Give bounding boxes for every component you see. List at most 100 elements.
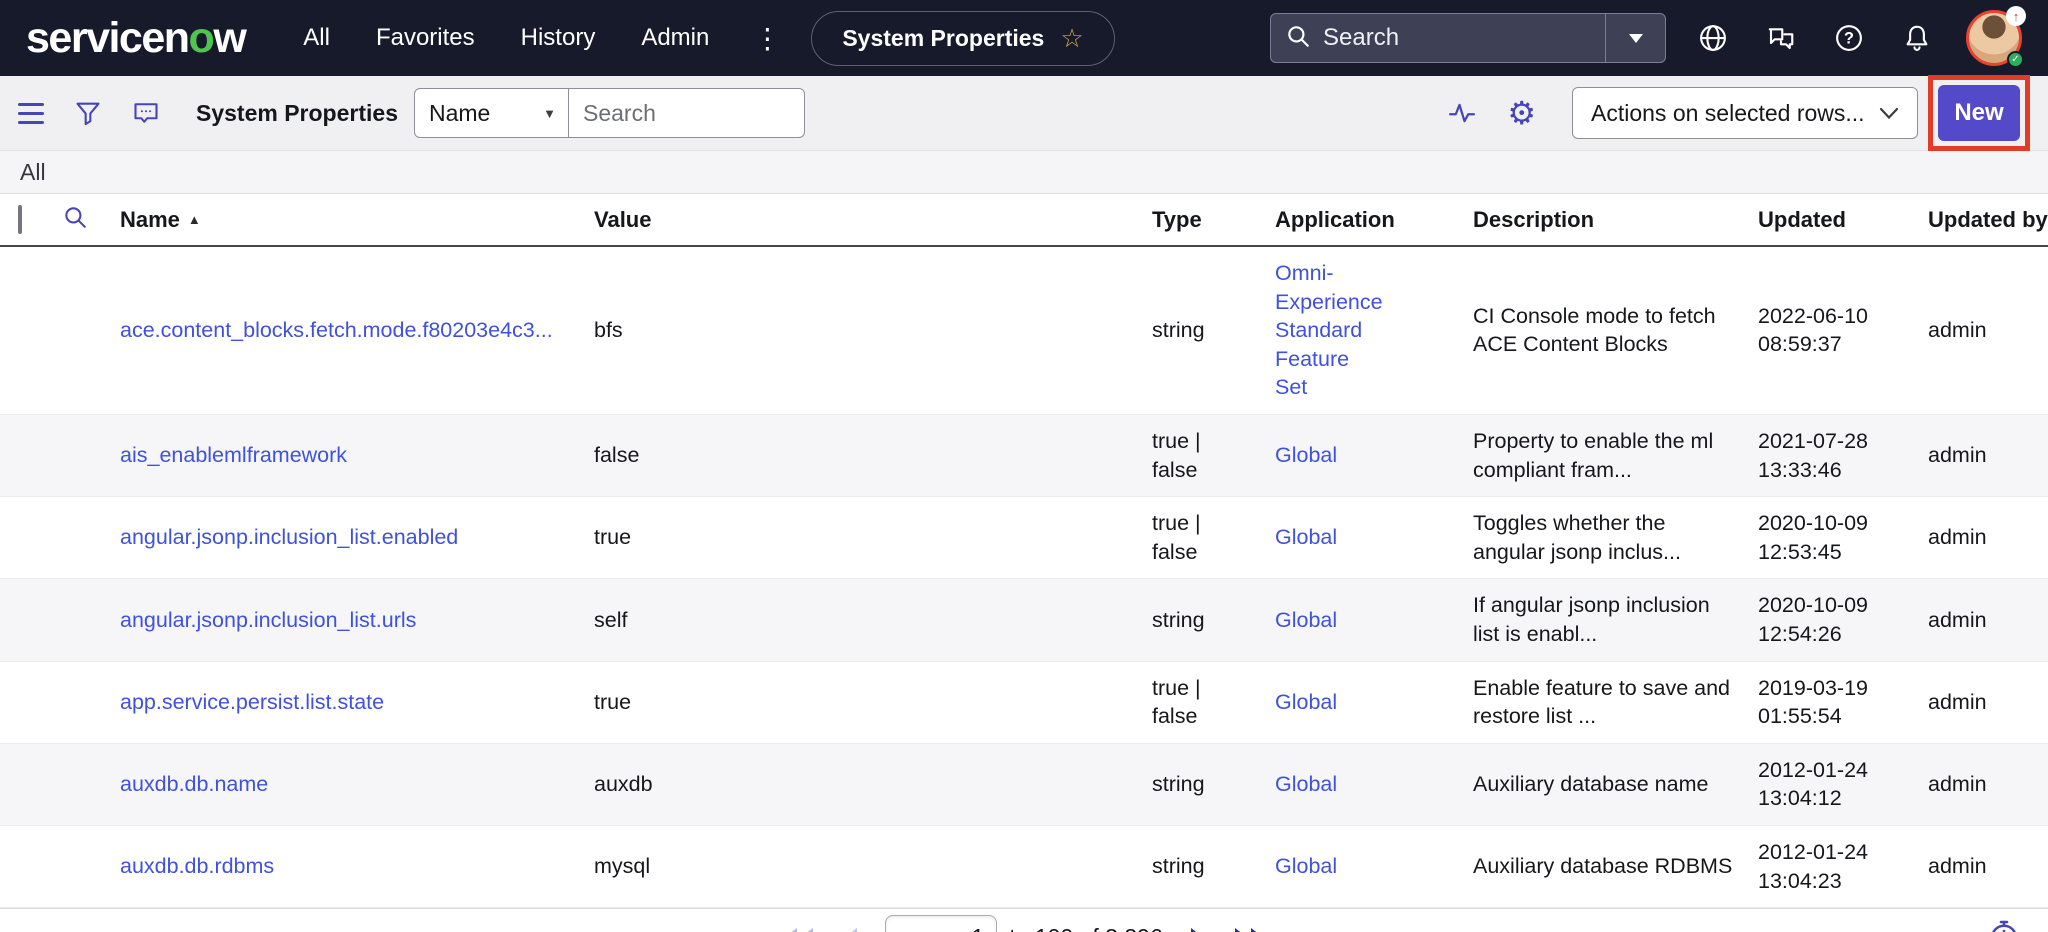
- table-row: ace.content_blocks.fetch.mode.f80203e4c3…: [0, 247, 2048, 415]
- column-header-updated[interactable]: Updated: [1758, 207, 1928, 233]
- cell-updated-by: admin: [1928, 758, 2048, 811]
- property-link[interactable]: angular.jsonp.inclusion_list.urls: [120, 608, 416, 632]
- list-toolbar: System Properties Name ▼ ⚙ Actions on se…: [0, 76, 2048, 150]
- tab-label: System Properties: [842, 25, 1044, 52]
- property-link[interactable]: auxdb.db.rdbms: [120, 854, 274, 878]
- table-header: Name ▲ Value Type Application Descriptio…: [0, 194, 2048, 247]
- first-page-button[interactable]: [782, 927, 816, 932]
- column-header-value[interactable]: Value: [594, 207, 1152, 233]
- table-row: auxdb.db.name auxdb string Global Auxili…: [0, 744, 2048, 826]
- activity-pulse-icon[interactable]: [1447, 98, 1477, 128]
- select-all-checkbox[interactable]: [18, 205, 22, 234]
- chevron-down-icon: [1627, 32, 1645, 44]
- application-link[interactable]: Global: [1275, 690, 1337, 714]
- search-scope-dropdown[interactable]: [1605, 14, 1665, 62]
- property-link[interactable]: auxdb.db.name: [120, 772, 268, 796]
- cell-updated: 2020-10-09 12:53:45: [1758, 497, 1918, 578]
- application-link[interactable]: Global: [1275, 443, 1337, 467]
- cell-value: auxdb: [594, 758, 1152, 811]
- application-link[interactable]: Global: [1275, 608, 1337, 632]
- property-link[interactable]: ace.content_blocks.fetch.mode.f80203e4c3…: [120, 318, 553, 342]
- breadcrumb[interactable]: All: [0, 150, 2048, 194]
- breadcrumb-all[interactable]: All: [20, 159, 46, 186]
- cell-updated-by: admin: [1928, 594, 2048, 647]
- filter-icon[interactable]: [74, 99, 102, 127]
- column-header-application[interactable]: Application: [1275, 207, 1473, 233]
- column-header-description[interactable]: Description: [1473, 207, 1758, 233]
- previous-page-button[interactable]: [842, 927, 859, 932]
- search-field-select[interactable]: Name ▼: [414, 88, 569, 138]
- response-time-icon[interactable]: [1986, 917, 2022, 932]
- cell-description: If angular jsonp inclusion list is enabl…: [1473, 579, 1758, 660]
- column-header-type[interactable]: Type: [1152, 207, 1275, 233]
- cell-type: string: [1152, 594, 1252, 647]
- cell-description: Property to enable the ml compliant fram…: [1473, 415, 1758, 496]
- column-search-icon[interactable]: [62, 204, 120, 236]
- servicenow-logo[interactable]: servicenow: [26, 17, 245, 60]
- column-header-name[interactable]: Name ▲: [120, 207, 594, 233]
- top-header: servicenow All Favorites History Admin ⋮…: [0, 0, 2048, 76]
- property-link[interactable]: app.service.persist.list.state: [120, 690, 384, 714]
- last-page-button[interactable]: [1232, 927, 1266, 932]
- cell-updated: 2019-03-19 01:55:54: [1758, 662, 1918, 743]
- global-search-input[interactable]: [1323, 24, 1605, 52]
- cell-value: false: [594, 429, 1152, 482]
- gear-icon[interactable]: ⚙: [1507, 97, 1536, 129]
- list-search-input[interactable]: [569, 88, 805, 138]
- nav-favorites[interactable]: Favorites: [376, 24, 475, 52]
- column-header-updated-by[interactable]: Updated by: [1928, 207, 2048, 233]
- cell-type: true | false: [1152, 662, 1252, 743]
- actions-dropdown[interactable]: Actions on selected rows...: [1572, 87, 1918, 139]
- help-icon[interactable]: ?: [1834, 23, 1864, 53]
- page-title: System Properties: [196, 100, 398, 127]
- application-link[interactable]: Global: [1275, 772, 1337, 796]
- cell-updated-by: admin: [1928, 429, 2048, 482]
- main-nav: All Favorites History Admin: [303, 24, 709, 52]
- table-row: ais_enablemlframework false true | false…: [0, 415, 2048, 497]
- svg-text:?: ?: [1844, 30, 1854, 48]
- tab-system-properties[interactable]: System Properties ☆: [811, 11, 1114, 66]
- next-page-button[interactable]: [1189, 927, 1206, 932]
- global-search[interactable]: [1270, 13, 1666, 63]
- cell-updated-by: admin: [1928, 676, 2048, 729]
- new-button[interactable]: New: [1938, 85, 2020, 141]
- table-row: angular.jsonp.inclusion_list.urls self s…: [0, 579, 2048, 661]
- presence-available-icon: ✓: [2007, 51, 2024, 68]
- nav-admin[interactable]: Admin: [641, 24, 709, 52]
- notifications-bell-icon[interactable]: [1902, 23, 1932, 53]
- application-link[interactable]: Global: [1275, 525, 1337, 549]
- list-search-group: Name ▼: [414, 88, 805, 138]
- cell-updated: 2021-07-28 13:33:46: [1758, 415, 1918, 496]
- favorite-star-icon[interactable]: ☆: [1060, 23, 1083, 54]
- cell-type: true | false: [1152, 415, 1252, 496]
- chat-icon[interactable]: [1766, 23, 1796, 53]
- cell-updated-by: admin: [1928, 840, 2048, 893]
- search-icon: [1285, 23, 1311, 54]
- cell-type: string: [1152, 304, 1252, 357]
- property-link[interactable]: angular.jsonp.inclusion_list.enabled: [120, 525, 458, 549]
- cell-updated: 2022-06-10 08:59:37: [1758, 290, 1918, 371]
- property-link[interactable]: ais_enablemlframework: [120, 443, 347, 467]
- nav-all[interactable]: All: [303, 24, 330, 52]
- impersonation-badge-icon: ↑: [2006, 6, 2026, 26]
- cell-description: Toggles whether the angular jsonp inclus…: [1473, 497, 1758, 578]
- cell-value: mysql: [594, 840, 1152, 893]
- nav-history[interactable]: History: [521, 24, 596, 52]
- pagination-range-text: to 100 of 3,396: [1009, 924, 1162, 932]
- user-avatar[interactable]: ↑ ✓: [1966, 10, 2022, 66]
- page-number-input[interactable]: [885, 915, 997, 932]
- table-row: angular.jsonp.inclusion_list.enabled tru…: [0, 497, 2048, 579]
- pagination: to 100 of 3,396: [782, 915, 1265, 932]
- comments-icon[interactable]: [132, 99, 160, 127]
- annotation-highlight: New: [1928, 75, 2030, 151]
- application-link[interactable]: Global: [1275, 854, 1337, 878]
- cell-value: true: [594, 676, 1152, 729]
- list-menu-icon[interactable]: [18, 103, 44, 124]
- cell-updated-by: admin: [1928, 304, 2048, 357]
- cell-description: Auxiliary database RDBMS: [1473, 840, 1758, 893]
- globe-icon[interactable]: [1698, 23, 1728, 53]
- header-icon-cluster: ?: [1698, 23, 1932, 53]
- application-link[interactable]: Omni-Experience Standard Feature Set: [1275, 261, 1383, 399]
- more-options-icon[interactable]: ⋮: [753, 22, 781, 55]
- cell-type: string: [1152, 758, 1252, 811]
